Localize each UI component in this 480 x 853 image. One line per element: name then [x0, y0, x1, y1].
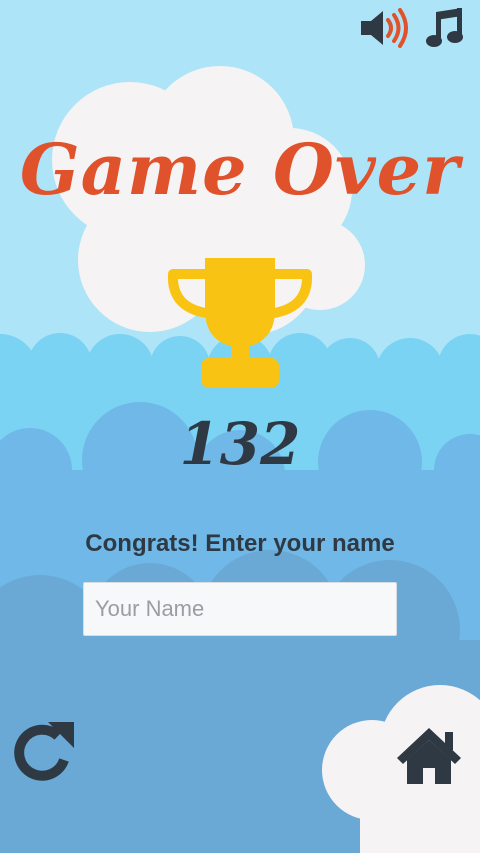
restart-button[interactable]: [8, 714, 78, 784]
music-toggle-button[interactable]: [424, 6, 466, 50]
music-note-icon: [426, 8, 463, 47]
restart-icon: [14, 722, 74, 781]
trophy-icon: [167, 258, 313, 388]
name-prompt: Congrats! Enter your name: [85, 530, 395, 557]
game-over-screen: Game Over 132 Congrats! Enter your name: [0, 0, 480, 853]
speaker-icon: [361, 8, 408, 48]
player-name-input[interactable]: [83, 582, 397, 636]
final-score: 132: [179, 410, 301, 478]
sound-toggle-button[interactable]: [357, 6, 411, 50]
home-button[interactable]: [393, 724, 465, 786]
home-icon: [397, 728, 461, 784]
game-over-title: Game Over: [19, 128, 461, 211]
